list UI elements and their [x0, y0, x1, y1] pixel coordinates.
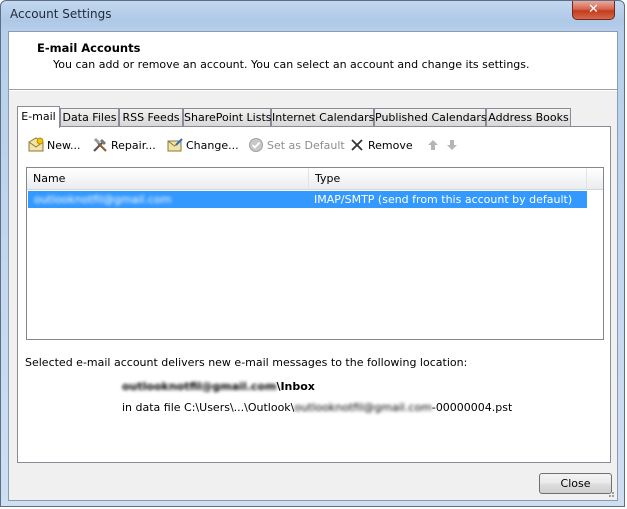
- account-row[interactable]: outlooknotfil@gmail.com IMAP/SMTP (send …: [28, 191, 587, 208]
- header-subtitle: You can add or remove an account. You ca…: [53, 58, 530, 71]
- delivery-account: outlooknotfil@gmail.com: [122, 380, 277, 393]
- title-bar[interactable]: Account Settings ✕: [1, 1, 626, 31]
- set-as-default-button[interactable]: Set as Default: [248, 136, 345, 154]
- window-title: Account Settings: [10, 7, 112, 21]
- header-band: E-mail Accounts You can add or remove an…: [9, 32, 617, 89]
- repair-account-button[interactable]: Repair...: [92, 136, 156, 154]
- move-up-button[interactable]: [426, 136, 445, 154]
- data-file-prefix: in data file C:\Users\...\Outlook\: [122, 401, 295, 414]
- header-separator: [9, 89, 617, 91]
- tab-address-books[interactable]: Address Books: [486, 108, 571, 127]
- window-close-button[interactable]: ✕: [572, 1, 615, 20]
- account-settings-window: Account Settings ✕ E-mail Accounts You c…: [0, 0, 625, 507]
- close-icon: ✕: [588, 2, 599, 17]
- set-as-default-label: Set as Default: [267, 138, 345, 152]
- accounts-list[interactable]: Name Type outlooknotfil@gmail.com IMAP/S…: [26, 167, 604, 340]
- move-down-button[interactable]: [445, 136, 464, 154]
- header-title: E-mail Accounts: [37, 41, 141, 55]
- checkmark-icon: [248, 137, 264, 153]
- new-account-button[interactable]: New...: [28, 136, 80, 154]
- new-account-label: New...: [47, 138, 81, 152]
- remove-account-button[interactable]: Remove: [349, 136, 413, 154]
- remove-account-label: Remove: [368, 138, 413, 152]
- remove-x-icon: [349, 137, 365, 153]
- repair-account-label: Repair...: [111, 138, 156, 152]
- tools-icon: [92, 137, 108, 153]
- tab-sharepoint-lists[interactable]: SharePoint Lists: [183, 108, 272, 127]
- account-type-cell: IMAP/SMTP (send from this account by def…: [314, 193, 573, 206]
- tab-rss-feeds[interactable]: RSS Feeds: [119, 108, 183, 127]
- data-file-account: outlooknotfil@gmail.com: [294, 401, 432, 414]
- column-header-name[interactable]: Name: [27, 168, 309, 189]
- dialog-client-area: E-mail Accounts You can add or remove an…: [8, 31, 618, 501]
- change-account-button[interactable]: Change...: [167, 136, 239, 154]
- column-header-type[interactable]: Type: [309, 168, 587, 189]
- delivery-folder-name: \Inbox: [276, 380, 315, 393]
- account-name: outlooknotfil@gmail.com: [34, 193, 172, 206]
- data-file-path: in data file C:\Users\...\Outlook\outloo…: [122, 401, 512, 414]
- close-button[interactable]: Close: [539, 473, 612, 494]
- accounts-list-header: Name Type: [27, 168, 603, 190]
- arrow-up-icon: [426, 137, 442, 153]
- account-name-cell: outlooknotfil@gmail.com: [34, 191, 171, 208]
- new-account-icon: [28, 137, 44, 153]
- data-file-suffix: -00000004.pst: [431, 401, 513, 414]
- change-account-icon: [167, 137, 183, 153]
- delivery-location-label: Selected e-mail account delivers new e-m…: [25, 356, 468, 369]
- arrow-down-icon: [445, 137, 461, 153]
- tab-published-calendars[interactable]: Published Calendars: [374, 108, 487, 127]
- tab-internet-calendars[interactable]: Internet Calendars: [271, 108, 374, 127]
- change-account-label: Change...: [186, 138, 239, 152]
- delivery-folder: outlooknotfil@gmail.com\Inbox: [122, 380, 315, 393]
- tab-data-files[interactable]: Data Files: [60, 108, 119, 127]
- tab-email[interactable]: E-mail: [17, 106, 60, 128]
- resize-grip[interactable]: [605, 488, 615, 498]
